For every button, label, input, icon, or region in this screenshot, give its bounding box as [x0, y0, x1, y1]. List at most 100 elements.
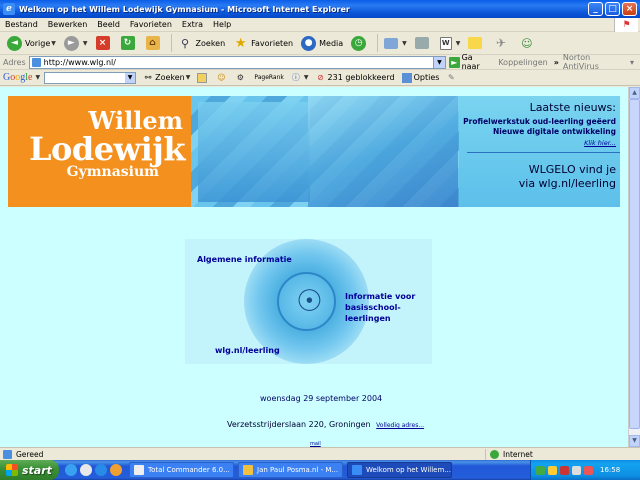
- menu-edit[interactable]: Bewerken: [48, 20, 88, 29]
- popup-blocker-icon: ⊘: [317, 73, 324, 82]
- vertical-scrollbar[interactable]: ▲ ▼: [628, 87, 640, 447]
- media-label: Media: [319, 38, 344, 48]
- page-icon: [31, 57, 41, 67]
- menu-help[interactable]: Help: [213, 20, 231, 29]
- security-zone: Internet: [485, 449, 533, 460]
- mozilla-icon: [243, 465, 253, 475]
- tray-norton-icon[interactable]: [548, 465, 557, 475]
- print-button[interactable]: [412, 33, 435, 53]
- full-address-link[interactable]: Volledig adres...: [376, 422, 424, 429]
- start-button[interactable]: start: [0, 460, 59, 480]
- banner-photo-library: [198, 102, 310, 202]
- mail-dropdown-icon[interactable]: ▼: [402, 40, 407, 47]
- ie-quicklaunch-icon[interactable]: [65, 464, 77, 476]
- search-icon: ⚲: [180, 36, 190, 50]
- tray-network-icon[interactable]: [536, 465, 545, 475]
- page-info-dropdown-icon[interactable]: ▼: [304, 74, 309, 81]
- task-label: Welkom op het Willem...: [366, 466, 451, 474]
- folder-button[interactable]: [465, 33, 488, 53]
- edit-dropdown-icon[interactable]: ▼: [456, 40, 461, 47]
- mail-button[interactable]: ▼: [381, 33, 410, 53]
- statue-emblem[interactable]: ☉: [277, 272, 336, 331]
- total-commander-icon: [134, 465, 144, 475]
- forward-arrow-icon: ►: [63, 35, 79, 51]
- google-search-input[interactable]: ▼: [44, 71, 137, 84]
- news-title: Laatste nieuws:: [529, 101, 616, 114]
- messenger-button[interactable]: ☺: [516, 33, 540, 53]
- school-logo[interactable]: Willem Lodewijk Gymnasium: [8, 96, 191, 207]
- address-input[interactable]: http://www.wlg.nl/ ▼: [28, 55, 446, 69]
- task-welkom-ie[interactable]: Welkom op het Willem...: [347, 462, 452, 478]
- close-button[interactable]: ×: [622, 2, 637, 16]
- tray-volume-icon[interactable]: [572, 465, 581, 475]
- google-search-dropdown-icon[interactable]: ▼: [125, 72, 136, 83]
- stop-button[interactable]: ×: [93, 33, 116, 53]
- pencil-button[interactable]: ✎: [446, 73, 458, 83]
- desktop-quicklaunch-icon[interactable]: [80, 464, 92, 476]
- links-button[interactable]: Koppelingen: [498, 58, 547, 67]
- back-button[interactable]: ◄ Vorige ▼: [4, 33, 59, 53]
- menu-tools[interactable]: Extra: [182, 20, 203, 29]
- popup-blocker-button[interactable]: ⊘ 231 geblokkeerd: [316, 73, 394, 83]
- search-button[interactable]: ⚲ Zoeken: [175, 33, 229, 53]
- minimize-button[interactable]: _: [588, 2, 603, 16]
- nav-basisschool-info[interactable]: Informatie voor basisschool-leerlingen: [345, 291, 425, 324]
- news-item-2[interactable]: Nieuwe digitale ontwikkeling: [493, 127, 616, 136]
- menu-file[interactable]: Bestand: [5, 20, 38, 29]
- wlgelo-line2[interactable]: via wlg.nl/leerling: [519, 177, 616, 190]
- scroll-down-arrow-icon[interactable]: ▼: [629, 435, 640, 447]
- address-dropdown-icon[interactable]: ▼: [432, 56, 445, 68]
- favorites-button[interactable]: ★ Favorieten: [230, 33, 296, 53]
- wlgelo-line1[interactable]: WLGELO vind je: [529, 163, 616, 176]
- menu-favorites[interactable]: Favorieten: [130, 20, 172, 29]
- tray-av-icon[interactable]: [560, 465, 569, 475]
- news-more-link[interactable]: Klik hier...: [584, 139, 616, 147]
- messenger-plane-button[interactable]: ✈: [490, 33, 514, 53]
- nav-general-info[interactable]: Algemene informatie: [197, 255, 292, 264]
- edit-button[interactable]: W ▼: [437, 33, 464, 53]
- back-label: Vorige: [25, 38, 51, 48]
- title-bar[interactable]: e Welkom op het Willem Lodewijk Gymnasiu…: [0, 0, 640, 18]
- edit-document-icon: W: [439, 36, 452, 50]
- norton-button[interactable]: Norton AntiVirus: [563, 53, 624, 71]
- forward-button[interactable]: ► ▼: [61, 33, 91, 53]
- home-button[interactable]: ⌂: [143, 33, 166, 53]
- go-button[interactable]: ► Ga naar: [448, 53, 492, 71]
- forward-dropdown-icon[interactable]: ▼: [83, 40, 88, 47]
- history-button[interactable]: ◷: [348, 33, 372, 53]
- google-highlight-button[interactable]: ⚙: [235, 73, 247, 83]
- clock[interactable]: 16:58: [600, 466, 620, 474]
- nav-leerling[interactable]: wlg.nl/leerling: [215, 346, 280, 355]
- back-dropdown-icon[interactable]: ▼: [51, 40, 56, 47]
- news-item-1[interactable]: Profielwerkstuk oud-leerling geëerd: [463, 117, 616, 126]
- pagerank-indicator[interactable]: PageRank: [254, 74, 284, 81]
- window-title: Welkom op het Willem Lodewijk Gymnasium …: [19, 4, 350, 14]
- google-search-options-icon[interactable]: ▼: [186, 74, 191, 81]
- refresh-button[interactable]: ↻: [118, 33, 141, 53]
- page-info-button[interactable]: ⓘ ▼: [291, 73, 309, 83]
- maximize-button[interactable]: □: [605, 2, 620, 16]
- task-total-commander[interactable]: Total Commander 6.0...: [129, 462, 234, 478]
- media-button[interactable]: ● Media: [298, 33, 346, 53]
- mail-icon: [384, 37, 399, 49]
- google-logo[interactable]: Google: [3, 72, 32, 83]
- binoculars-icon: ⚯: [144, 73, 152, 82]
- google-search-button[interactable]: ⚯ Zoeken ▼: [143, 73, 191, 83]
- airplane-icon: ✈: [495, 36, 506, 50]
- scroll-thumb[interactable]: [629, 99, 640, 429]
- links-chevron-icon[interactable]: »: [554, 58, 559, 67]
- options-button[interactable]: Opties: [401, 72, 439, 83]
- menu-view[interactable]: Beeld: [97, 20, 120, 29]
- media-quicklaunch-icon[interactable]: [110, 464, 122, 476]
- tray-alert-icon[interactable]: [584, 465, 593, 475]
- google-menu-dropdown-icon[interactable]: ▼: [35, 74, 40, 81]
- task-jan-paul-posma[interactable]: Jan Paul Posma.nl - M...: [238, 462, 343, 478]
- go-arrow-icon: ►: [448, 56, 460, 68]
- outlook-quicklaunch-icon[interactable]: [95, 464, 107, 476]
- norton-dropdown-icon[interactable]: ▾: [630, 58, 634, 67]
- google-info-button[interactable]: ☺: [216, 73, 228, 83]
- taskbar: start Total Commander 6.0... Jan Paul Po…: [0, 460, 640, 480]
- scroll-up-arrow-icon[interactable]: ▲: [629, 87, 640, 99]
- ie-task-icon: [352, 465, 362, 475]
- google-news-button[interactable]: [197, 72, 209, 83]
